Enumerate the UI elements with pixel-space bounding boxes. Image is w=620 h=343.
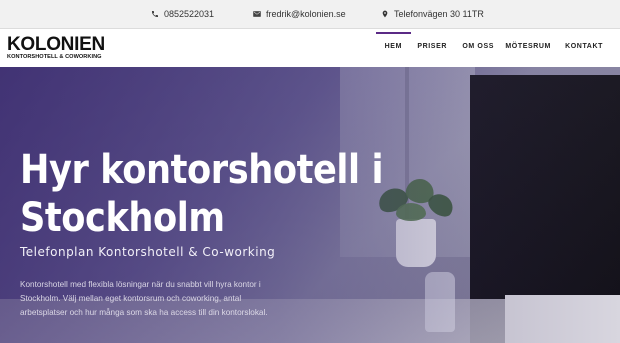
nav-item-priser[interactable]: PRISER [417, 43, 447, 50]
contact-email[interactable]: fredrik@kolonien.se [253, 9, 346, 19]
envelope-icon [253, 11, 261, 17]
phone-icon [152, 11, 158, 17]
phone-number: 0852522031 [164, 9, 215, 19]
site-header: KOLONIEN KONTORSHOTELL & COWORKING HEM P… [0, 29, 620, 67]
nav-item-kontakt[interactable]: KONTAKT [565, 43, 603, 50]
contact-phone[interactable]: 0852522031 [151, 9, 214, 19]
contact-address[interactable]: Telefonvägen 30 11TR [381, 9, 484, 19]
logo-wordmark: KOLONIEN [7, 34, 105, 55]
email-address: fredrik@kolonien.se [266, 9, 346, 19]
hero-subtitle: Telefonplan Kontorshotell & Co-working [20, 245, 276, 259]
map-pin-icon [382, 10, 388, 18]
site-logo[interactable]: KOLONIEN KONTORSHOTELL & COWORKING [7, 34, 105, 61]
hero-description: Kontorshotell med flexibla lösningar när… [20, 280, 268, 318]
nav-item-hem[interactable]: HEM [375, 32, 412, 50]
hero-section: Hyr kontorshotell i Stockholm Telefonpla… [0, 67, 620, 343]
street-address: Telefonvägen 30 11TR [394, 9, 484, 19]
nav-item-motesrum[interactable]: MÖTESRUM [505, 43, 551, 50]
hero-title: Hyr kontorshotell i Stockholm [20, 147, 384, 241]
contact-bar: 0852522031 fredrik@kolonien.se Telefonvä… [0, 0, 620, 29]
logo-tagline: KONTORSHOTELL & COWORKING [7, 54, 102, 60]
nav-item-om-oss[interactable]: OM OSS [462, 43, 494, 50]
